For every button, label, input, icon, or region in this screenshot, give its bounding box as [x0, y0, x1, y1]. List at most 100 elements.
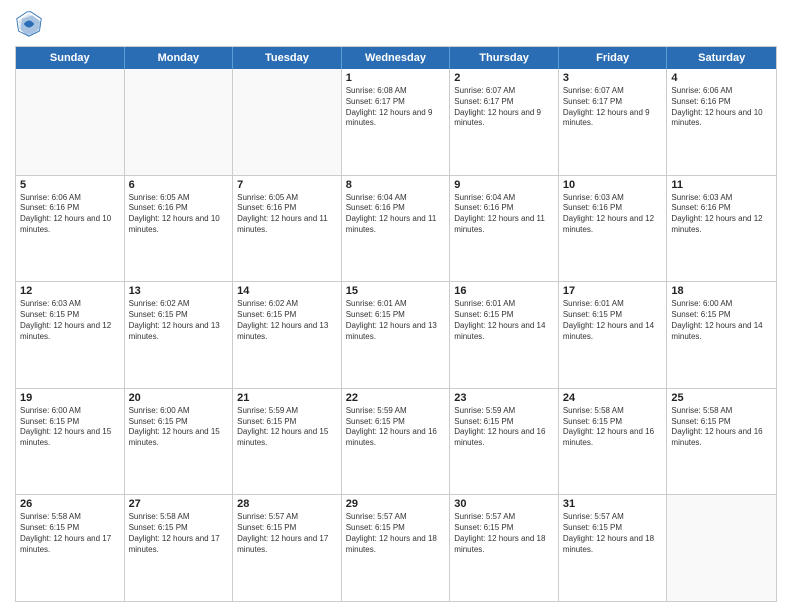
header — [15, 10, 777, 38]
cell-info: Sunrise: 5:59 AMSunset: 6:15 PMDaylight:… — [237, 406, 337, 449]
logo — [15, 10, 47, 38]
day-number: 21 — [237, 392, 337, 404]
calendar-body: 1 Sunrise: 6:08 AMSunset: 6:17 PMDaylight… — [16, 69, 776, 601]
calendar-cell: 10 Sunrise: 6:03 AMSunset: 6:16 PMDayligh… — [559, 176, 668, 282]
calendar-cell: 25 Sunrise: 5:58 AMSunset: 6:15 PMDayligh… — [667, 389, 776, 495]
cell-info: Sunrise: 5:59 AMSunset: 6:15 PMDaylight:… — [454, 406, 554, 449]
day-number: 6 — [129, 179, 229, 191]
cell-info: Sunrise: 5:58 AMSunset: 6:15 PMDaylight:… — [563, 406, 663, 449]
cell-info: Sunrise: 6:03 AMSunset: 6:15 PMDaylight:… — [20, 299, 120, 342]
cell-info: Sunrise: 6:06 AMSunset: 6:16 PMDaylight:… — [20, 193, 120, 236]
day-number: 20 — [129, 392, 229, 404]
calendar-cell — [16, 69, 125, 175]
calendar-row: 26 Sunrise: 5:58 AMSunset: 6:15 PMDayligh… — [16, 495, 776, 601]
calendar-cell: 8 Sunrise: 6:04 AMSunset: 6:16 PMDaylight… — [342, 176, 451, 282]
day-number: 31 — [563, 498, 663, 510]
cell-info: Sunrise: 6:05 AMSunset: 6:16 PMDaylight:… — [237, 193, 337, 236]
cell-info: Sunrise: 6:00 AMSunset: 6:15 PMDaylight:… — [129, 406, 229, 449]
day-number: 26 — [20, 498, 120, 510]
day-number: 19 — [20, 392, 120, 404]
calendar-cell: 18 Sunrise: 6:00 AMSunset: 6:15 PMDayligh… — [667, 282, 776, 388]
calendar-cell: 2Sunrise: 6:07 AMSunset: 6:17 PMDaylight… — [450, 69, 559, 175]
calendar-cell: 27Sunrise: 5:58 AMSunset: 6:15 PMDayligh… — [125, 495, 234, 601]
cell-info: Sunrise: 6:02 AMSunset: 6:15 PMDaylight:… — [129, 299, 229, 342]
day-number: 9 — [454, 179, 554, 191]
cell-info: Sunrise: 6:05 AMSunset: 6:16 PMDaylight:… — [129, 193, 229, 236]
calendar-cell: 21 Sunrise: 5:59 AMSunset: 6:15 PMDayligh… — [233, 389, 342, 495]
day-number: 29 — [346, 498, 446, 510]
calendar-cell: 12 Sunrise: 6:03 AMSunset: 6:15 PMDayligh… — [16, 282, 125, 388]
page: SundayMondayTuesdayWednesdayThursdayFrid… — [0, 0, 792, 612]
cell-info: Sunrise: 6:00 AMSunset: 6:15 PMDaylight:… — [671, 299, 772, 342]
cell-info: Sunrise: 5:57 AMSunset: 6:15 PMDaylight:… — [237, 512, 337, 555]
calendar-row: 12 Sunrise: 6:03 AMSunset: 6:15 PMDayligh… — [16, 282, 776, 389]
calendar-cell: 3 Sunrise: 6:07 AMSunset: 6:17 PMDaylight… — [559, 69, 668, 175]
calendar-cell: 26Sunrise: 5:58 AMSunset: 6:15 PMDayligh… — [16, 495, 125, 601]
calendar-cell: 7 Sunrise: 6:05 AMSunset: 6:16 PMDaylight… — [233, 176, 342, 282]
cell-info: Sunrise: 6:04 AMSunset: 6:16 PMDaylight:… — [346, 193, 446, 236]
cell-info: Sunrise: 6:01 AMSunset: 6:15 PMDaylight:… — [563, 299, 663, 342]
day-number: 15 — [346, 285, 446, 297]
calendar-cell: 9 Sunrise: 6:04 AMSunset: 6:16 PMDaylight… — [450, 176, 559, 282]
calendar-cell: 29 Sunrise: 5:57 AMSunset: 6:15 PMDayligh… — [342, 495, 451, 601]
cell-info: Sunrise: 6:08 AMSunset: 6:17 PMDaylight:… — [346, 86, 446, 129]
day-number: 12 — [20, 285, 120, 297]
day-number: 25 — [671, 392, 772, 404]
calendar-cell: 1 Sunrise: 6:08 AMSunset: 6:17 PMDaylight… — [342, 69, 451, 175]
day-of-week-header: Monday — [125, 47, 234, 69]
day-number: 17 — [563, 285, 663, 297]
day-number: 24 — [563, 392, 663, 404]
cell-info: Sunrise: 5:58 AMSunset: 6:15 PMDaylight:… — [671, 406, 772, 449]
day-of-week-header: Friday — [559, 47, 668, 69]
cell-info: Sunrise: 6:07 AMSunset: 6:17 PMDaylight:… — [454, 86, 554, 129]
calendar-cell: 6 Sunrise: 6:05 AMSunset: 6:16 PMDaylight… — [125, 176, 234, 282]
calendar-cell: 31 Sunrise: 5:57 AMSunset: 6:15 PMDayligh… — [559, 495, 668, 601]
day-number: 3 — [563, 72, 663, 84]
calendar-row: 19 Sunrise: 6:00 AMSunset: 6:15 PMDayligh… — [16, 389, 776, 496]
day-of-week-header: Saturday — [667, 47, 776, 69]
cell-info: Sunrise: 5:58 AMSunset: 6:15 PMDaylight:… — [129, 512, 229, 555]
cell-info: Sunrise: 5:57 AMSunset: 6:15 PMDaylight:… — [563, 512, 663, 555]
cell-info: Sunrise: 6:02 AMSunset: 6:15 PMDaylight:… — [237, 299, 337, 342]
day-number: 23 — [454, 392, 554, 404]
day-number: 16 — [454, 285, 554, 297]
day-number: 22 — [346, 392, 446, 404]
cell-info: Sunrise: 6:03 AMSunset: 6:16 PMDaylight:… — [671, 193, 772, 236]
day-number: 8 — [346, 179, 446, 191]
day-number: 28 — [237, 498, 337, 510]
day-number: 7 — [237, 179, 337, 191]
calendar-cell: 15 Sunrise: 6:01 AMSunset: 6:15 PMDayligh… — [342, 282, 451, 388]
day-number: 18 — [671, 285, 772, 297]
day-of-week-header: Sunday — [16, 47, 125, 69]
calendar: SundayMondayTuesdayWednesdayThursdayFrid… — [15, 46, 777, 602]
calendar-cell: 28 Sunrise: 5:57 AMSunset: 6:15 PMDayligh… — [233, 495, 342, 601]
calendar-cell: 16 Sunrise: 6:01 AMSunset: 6:15 PMDayligh… — [450, 282, 559, 388]
calendar-cell — [125, 69, 234, 175]
cell-info: Sunrise: 5:57 AMSunset: 6:15 PMDaylight:… — [454, 512, 554, 555]
day-number: 14 — [237, 285, 337, 297]
calendar-cell: 19 Sunrise: 6:00 AMSunset: 6:15 PMDayligh… — [16, 389, 125, 495]
day-number: 5 — [20, 179, 120, 191]
calendar-cell: 14 Sunrise: 6:02 AMSunset: 6:15 PMDayligh… — [233, 282, 342, 388]
cell-info: Sunrise: 6:01 AMSunset: 6:15 PMDaylight:… — [454, 299, 554, 342]
calendar-cell — [667, 495, 776, 601]
cell-info: Sunrise: 6:03 AMSunset: 6:16 PMDaylight:… — [563, 193, 663, 236]
day-number: 13 — [129, 285, 229, 297]
calendar-cell: 5 Sunrise: 6:06 AMSunset: 6:16 PMDaylight… — [16, 176, 125, 282]
calendar-header: SundayMondayTuesdayWednesdayThursdayFrid… — [16, 47, 776, 69]
calendar-row: 1 Sunrise: 6:08 AMSunset: 6:17 PMDaylight… — [16, 69, 776, 176]
cell-info: Sunrise: 6:04 AMSunset: 6:16 PMDaylight:… — [454, 193, 554, 236]
cell-info: Sunrise: 5:59 AMSunset: 6:15 PMDaylight:… — [346, 406, 446, 449]
day-number: 30 — [454, 498, 554, 510]
cell-info: Sunrise: 5:57 AMSunset: 6:15 PMDaylight:… — [346, 512, 446, 555]
cell-info: Sunrise: 6:00 AMSunset: 6:15 PMDaylight:… — [20, 406, 120, 449]
day-of-week-header: Thursday — [450, 47, 559, 69]
cell-info: Sunrise: 6:01 AMSunset: 6:15 PMDaylight:… — [346, 299, 446, 342]
calendar-cell: 23 Sunrise: 5:59 AMSunset: 6:15 PMDayligh… — [450, 389, 559, 495]
cell-info: Sunrise: 6:07 AMSunset: 6:17 PMDaylight:… — [563, 86, 663, 129]
calendar-cell — [233, 69, 342, 175]
calendar-cell: 22 Sunrise: 5:59 AMSunset: 6:15 PMDayligh… — [342, 389, 451, 495]
day-number: 10 — [563, 179, 663, 191]
calendar-cell: 24 Sunrise: 5:58 AMSunset: 6:15 PMDayligh… — [559, 389, 668, 495]
day-number: 1 — [346, 72, 446, 84]
